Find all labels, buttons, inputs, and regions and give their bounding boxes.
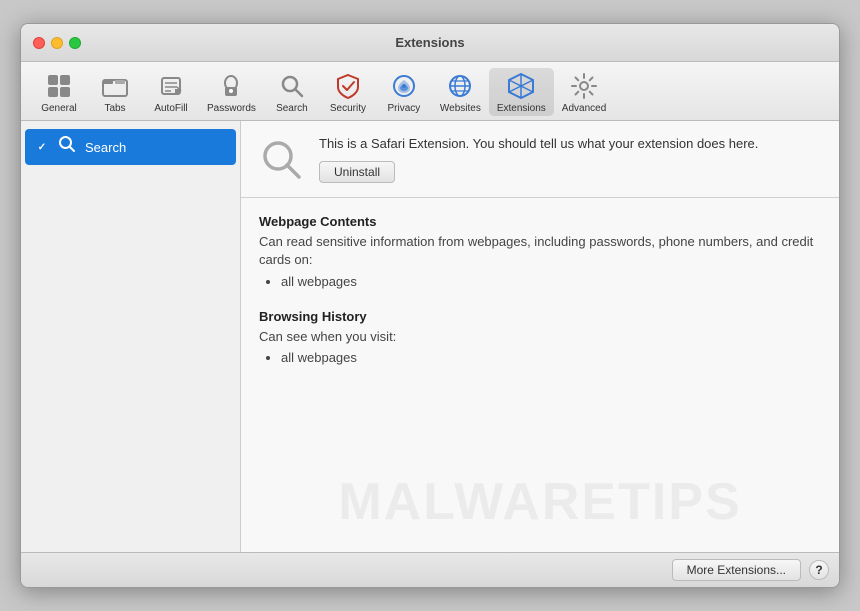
websites-label: Websites <box>440 103 481 114</box>
advanced-icon <box>568 70 600 102</box>
traffic-lights <box>33 37 81 49</box>
general-label: General <box>41 103 77 114</box>
toolbar-item-general[interactable]: General <box>31 68 87 116</box>
search-icon <box>276 70 308 102</box>
watermark: MALWARETIPS <box>338 472 741 532</box>
passwords-icon <box>215 70 247 102</box>
permissions-area: Webpage Contents Can read sensitive info… <box>241 198 839 552</box>
safari-extensions-window: Extensions General <box>20 23 840 588</box>
uninstall-button[interactable]: Uninstall <box>319 161 395 183</box>
maximize-button[interactable] <box>69 37 81 49</box>
tabs-icon <box>99 70 131 102</box>
toolbar-item-tabs[interactable]: Tabs <box>87 68 143 116</box>
security-label: Security <box>330 103 366 114</box>
toolbar-item-security[interactable]: Security <box>320 68 376 116</box>
more-extensions-button[interactable]: More Extensions... <box>672 559 801 581</box>
security-icon <box>332 70 364 102</box>
privacy-icon <box>388 70 420 102</box>
general-icon <box>43 70 75 102</box>
extension-header: This is a Safari Extension. You should t… <box>241 121 839 198</box>
permission-title-browsing: Browsing History <box>259 309 821 324</box>
advanced-label: Advanced <box>562 103 606 114</box>
toolbar: General Tabs <box>21 62 839 121</box>
list-item: all webpages <box>281 350 821 365</box>
toolbar-item-advanced[interactable]: Advanced <box>554 68 614 116</box>
permission-section-webpage-contents: Webpage Contents Can read sensitive info… <box>259 214 821 288</box>
help-button[interactable]: ? <box>809 560 829 580</box>
permission-title-webpage: Webpage Contents <box>259 214 821 229</box>
footer: More Extensions... ? <box>21 552 839 587</box>
toolbar-item-privacy[interactable]: Privacy <box>376 68 432 116</box>
extensions-label: Extensions <box>497 103 546 114</box>
extension-big-icon <box>257 135 305 183</box>
toolbar-item-websites[interactable]: Websites <box>432 68 489 116</box>
window-title: Extensions <box>395 35 464 50</box>
extensions-icon <box>505 70 537 102</box>
extension-enabled-checkbox[interactable] <box>35 140 49 154</box>
websites-icon <box>444 70 476 102</box>
toolbar-item-search[interactable]: Search <box>264 68 320 116</box>
extension-icon-small <box>57 134 77 160</box>
toolbar-item-passwords[interactable]: Passwords <box>199 68 264 116</box>
sidebar: Search <box>21 121 241 552</box>
detail-panel: This is a Safari Extension. You should t… <box>241 121 839 552</box>
autofill-label: AutoFill <box>154 103 187 114</box>
permission-list-browsing: all webpages <box>281 350 821 365</box>
passwords-label: Passwords <box>207 103 256 114</box>
list-item: all webpages <box>281 274 821 289</box>
toolbar-item-extensions[interactable]: Extensions <box>489 68 554 116</box>
main-content: Search This is a Safari Extension. You s… <box>21 121 839 552</box>
close-button[interactable] <box>33 37 45 49</box>
extension-description: This is a Safari Extension. You should t… <box>319 135 823 153</box>
permission-desc-webpage: Can read sensitive information from webp… <box>259 233 821 269</box>
toolbar-item-autofill[interactable]: AutoFill <box>143 68 199 116</box>
extension-info: This is a Safari Extension. You should t… <box>319 135 823 183</box>
permission-list-webpage: all webpages <box>281 274 821 289</box>
sidebar-item-label: Search <box>85 140 126 155</box>
tabs-label: Tabs <box>104 103 125 114</box>
title-bar: Extensions <box>21 24 839 62</box>
permission-section-browsing-history: Browsing History Can see when you visit:… <box>259 309 821 365</box>
privacy-label: Privacy <box>388 103 421 114</box>
search-label: Search <box>276 103 308 114</box>
permission-desc-browsing: Can see when you visit: <box>259 328 821 346</box>
autofill-icon <box>155 70 187 102</box>
sidebar-item-search-ext[interactable]: Search <box>25 129 236 165</box>
minimize-button[interactable] <box>51 37 63 49</box>
